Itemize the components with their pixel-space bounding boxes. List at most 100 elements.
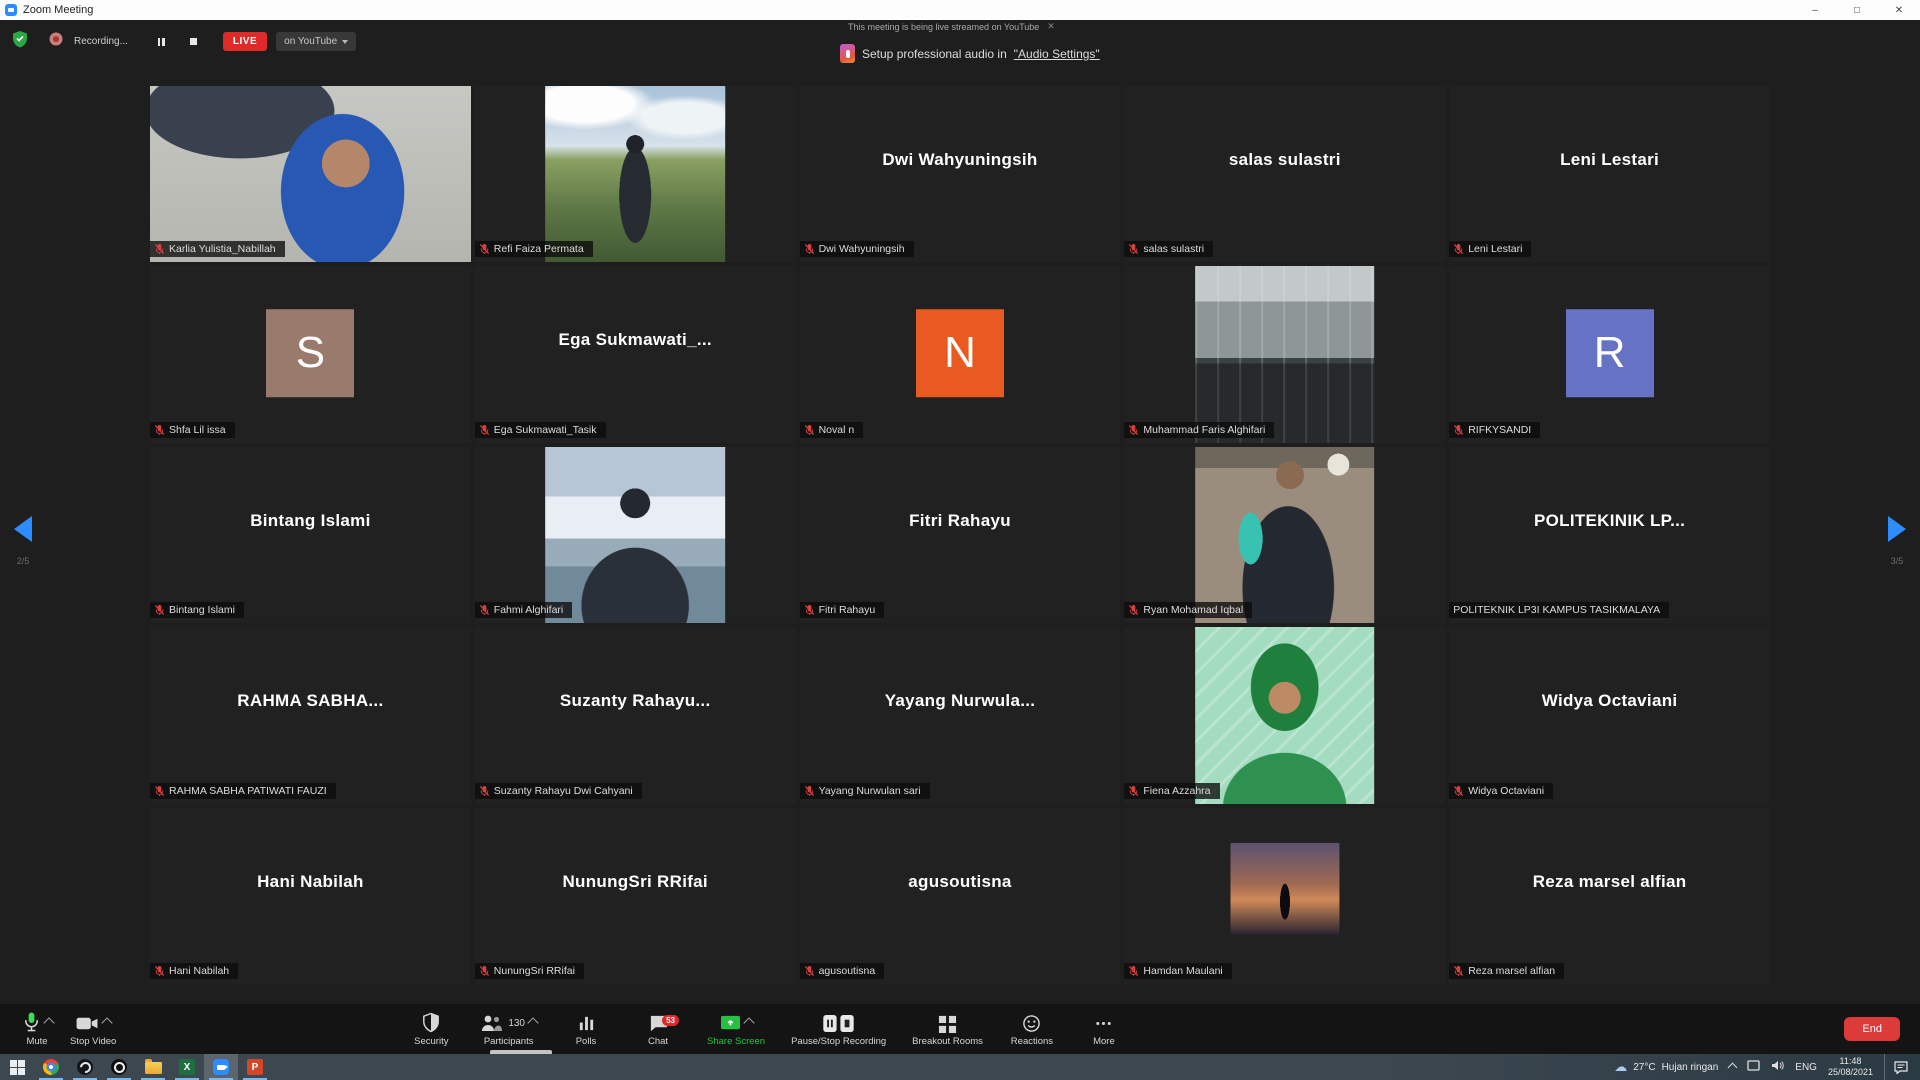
chevron-up-icon[interactable]	[43, 1017, 54, 1028]
participant-display-name: Bintang Islami	[150, 511, 471, 531]
participant-tile[interactable]: Ryan Mohamad Iqbal	[1124, 447, 1445, 623]
participant-nameplate: Fahmi Alghifari	[475, 602, 572, 618]
toolbar-share-button[interactable]: Share Screen	[707, 1011, 765, 1047]
participant-tile[interactable]: Hani NabilahHani Nabilah	[150, 808, 471, 984]
close-button[interactable]: ✕	[1878, 0, 1920, 20]
participant-avatar: N	[916, 309, 1004, 397]
encryption-shield-icon[interactable]	[12, 30, 28, 53]
participant-tile[interactable]: Hamdan Maulani	[1124, 808, 1445, 984]
participant-tile[interactable]: Fitri RahayuFitri Rahayu	[800, 447, 1121, 623]
chevron-up-icon[interactable]	[743, 1017, 754, 1028]
mic-muted-icon	[154, 243, 165, 255]
mic-muted-icon	[154, 424, 165, 436]
participant-tile[interactable]: RRIFKYSANDI	[1449, 266, 1770, 442]
participant-nameplate: Ega Sukmawati_Tasik	[475, 422, 606, 438]
participant-tile[interactable]: agusoutisnaagusoutisna	[800, 808, 1121, 984]
language-indicator[interactable]: ENG	[1795, 1062, 1817, 1073]
participant-tile[interactable]: Dwi WahyuningsihDwi Wahyuningsih	[800, 86, 1121, 262]
banner-close-icon[interactable]: ✕	[1047, 21, 1055, 32]
tray-overflow-icon[interactable]	[1728, 1062, 1738, 1072]
chevron-up-icon[interactable]	[101, 1017, 112, 1028]
nameplate-text: Hani Nabilah	[169, 965, 229, 977]
participant-tile[interactable]: NunungSri RRifaiNunungSri RRifai	[475, 808, 796, 984]
participant-tile[interactable]: Ega Sukmawati_...Ega Sukmawati_Tasik	[475, 266, 796, 442]
minimize-button[interactable]: –	[1794, 0, 1836, 20]
taskbar-app-zoom[interactable]	[204, 1054, 238, 1080]
nameplate-text: POLITEKNIK LP3I KAMPUS TASIKMALAYA	[1453, 604, 1660, 616]
participant-nameplate: Karlia Yulistia_Nabillah	[150, 241, 285, 257]
taskbar-weather[interactable]: ☁ 27°C Hujan ringan	[1614, 1059, 1718, 1075]
participant-video	[545, 447, 725, 623]
participant-tile[interactable]: POLITEKINIK LP...POLITEKNIK LP3I KAMPUS …	[1449, 447, 1770, 623]
stop-recording-icon[interactable]	[187, 35, 200, 48]
participant-nameplate: RAHMA SABHA PATIWATI FAUZI	[150, 783, 336, 799]
toolbar-button-label: Pause/Stop Recording	[791, 1036, 886, 1047]
participant-video	[545, 86, 725, 262]
toolbar-participants-button[interactable]: 130Participants	[480, 1011, 537, 1047]
mic-muted-icon	[804, 424, 815, 436]
recording-indicator-icon	[49, 32, 63, 51]
chevron-left-icon	[14, 516, 32, 542]
participant-tile[interactable]: N Noval n	[800, 266, 1121, 442]
participant-tile[interactable]: Fahmi Alghifari	[475, 447, 796, 623]
taskbar-app-obs[interactable]	[68, 1054, 102, 1080]
live-target-dropdown[interactable]: on YouTube	[276, 32, 356, 51]
chevron-up-icon[interactable]	[527, 1017, 538, 1028]
toolbar-chat-button[interactable]: Chat53	[635, 1011, 681, 1047]
participant-tile[interactable]: RAHMA SABHA... RAHMA SABHA PATIWATI FAUZI	[150, 627, 471, 803]
taskbar-app-powerpoint[interactable]: P	[238, 1054, 272, 1080]
nameplate-text: Fitri Rahayu	[819, 604, 876, 616]
taskbar-app-chrome[interactable]	[34, 1054, 68, 1080]
stream-banner: This meeting is being live streamed on Y…	[848, 21, 1055, 32]
chrome-icon	[43, 1059, 59, 1075]
participant-tile[interactable]: Muhammad Faris Alghifari	[1124, 266, 1445, 442]
taskbar-app-excel[interactable]: X	[170, 1054, 204, 1080]
toolbar-more-button[interactable]: More	[1081, 1011, 1127, 1047]
action-center-icon[interactable]	[1884, 1054, 1916, 1080]
nameplate-text: Ryan Mohamad Iqbal	[1143, 604, 1243, 616]
participant-tile[interactable]: Yayang Nurwula...Yayang Nurwulan sari	[800, 627, 1121, 803]
participant-tile[interactable]: Reza marsel alfianReza marsel alfian	[1449, 808, 1770, 984]
pause-stop-recording-icon	[822, 1014, 855, 1033]
volume-icon[interactable]	[1771, 1060, 1784, 1074]
taskbar-app-start[interactable]	[0, 1054, 34, 1080]
audio-settings-link[interactable]: "Audio Settings"	[1014, 47, 1100, 61]
nameplate-text: Dwi Wahyuningsih	[819, 243, 905, 255]
pause-recording-icon[interactable]	[155, 35, 168, 48]
mic-muted-icon	[479, 965, 490, 977]
taskbar-app-explorer[interactable]	[136, 1054, 170, 1080]
chevron-down-icon	[342, 40, 348, 44]
participant-tile[interactable]: salas sulastrisalas sulastri	[1124, 86, 1445, 262]
participant-nameplate: RIFKYSANDI	[1449, 422, 1540, 438]
participant-nameplate: NunungSri RRifai	[475, 963, 584, 979]
participant-tile[interactable]: Fiena Azzahra	[1124, 627, 1445, 803]
gallery-prev-button[interactable]: 2/5	[14, 516, 32, 566]
toolbar-stop-video-button[interactable]: Stop Video	[70, 1011, 116, 1047]
participant-tile[interactable]: Widya OctavianiWidya Octaviani	[1449, 627, 1770, 803]
meeting-area: Recording... LIVE on YouTube This meetin…	[0, 20, 1920, 1004]
end-meeting-button[interactable]: End	[1844, 1017, 1900, 1041]
participant-display-name: RAHMA SABHA...	[150, 691, 471, 711]
participant-tile[interactable]: Refi Faiza Permata	[475, 86, 796, 262]
toolbar-mute-button[interactable]: Mute	[14, 1011, 60, 1047]
tablet-mode-icon[interactable]	[1747, 1060, 1760, 1074]
participant-tile[interactable]: SShfa Lil issa	[150, 266, 471, 442]
taskbar-app-oring[interactable]	[102, 1054, 136, 1080]
participant-video	[1195, 627, 1375, 803]
participant-tile[interactable]: Karlia Yulistia_Nabillah	[150, 86, 471, 262]
participant-tile[interactable]: Bintang IslamiBintang Islami	[150, 447, 471, 623]
gallery-next-button[interactable]: 3/5	[1888, 516, 1906, 566]
participant-nameplate: Noval n	[800, 422, 864, 438]
participant-nameplate: agusoutisna	[800, 963, 885, 979]
toolbar-reactions-button[interactable]: Reactions	[1009, 1011, 1055, 1047]
maximize-button[interactable]: □	[1836, 0, 1878, 20]
participant-video	[150, 86, 471, 262]
participant-nameplate: Widya Octaviani	[1449, 783, 1553, 799]
toolbar-polls-button[interactable]: Polls	[563, 1011, 609, 1047]
toolbar-breakout-button[interactable]: Breakout Rooms	[912, 1011, 983, 1047]
toolbar-security-button[interactable]: Security	[408, 1011, 454, 1047]
toolbar-recording-button[interactable]: Pause/Stop Recording	[791, 1011, 886, 1047]
participant-tile[interactable]: Leni LestariLeni Lestari	[1449, 86, 1770, 262]
participant-tile[interactable]: Suzanty Rahayu...Suzanty Rahayu Dwi Cahy…	[475, 627, 796, 803]
taskbar-clock[interactable]: 11:48 25/08/2021	[1828, 1056, 1873, 1079]
